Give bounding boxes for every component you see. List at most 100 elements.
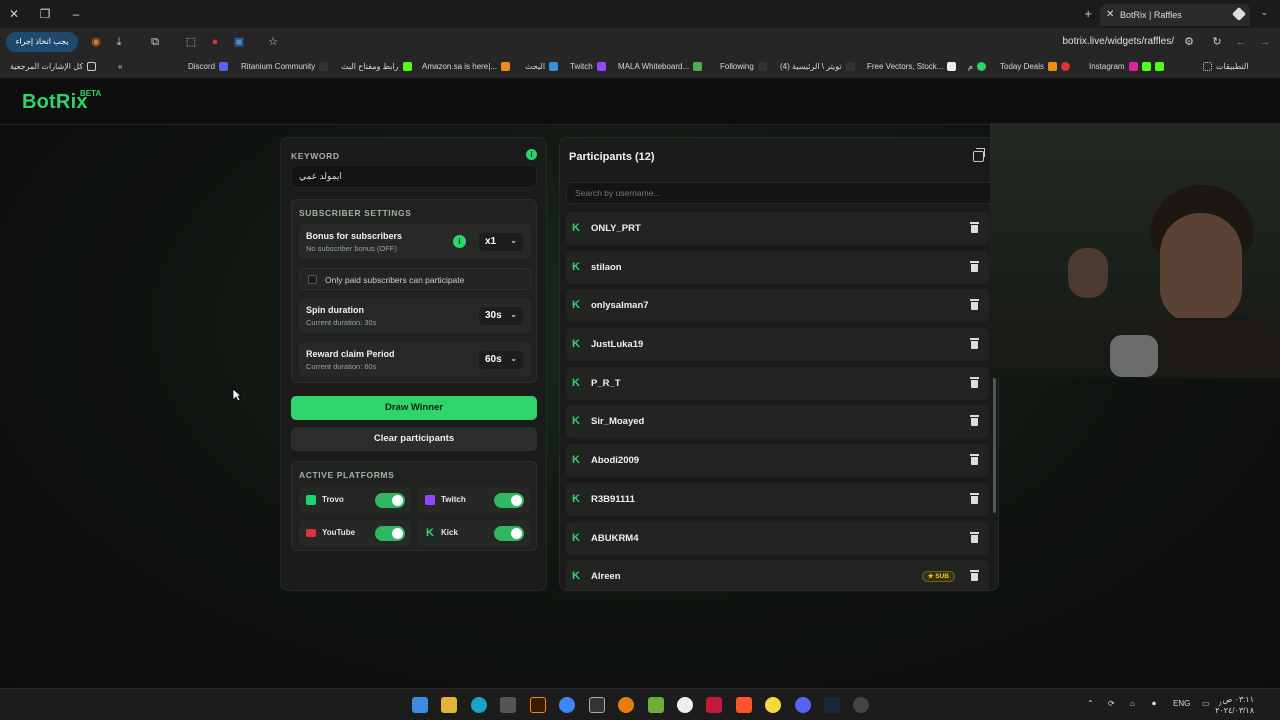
participant-search-input[interactable]: Search by username... — [566, 182, 996, 204]
trash-icon[interactable] — [970, 415, 979, 427]
chrome-icon[interactable] — [559, 697, 575, 713]
trash-icon[interactable] — [970, 570, 979, 582]
microphone-icon[interactable]: ⏺ — [1152, 699, 1156, 709]
keyword-info-icon[interactable]: i — [526, 149, 537, 160]
kick-toggle[interactable] — [494, 526, 524, 541]
trash-icon[interactable] — [970, 222, 979, 233]
bookmark-star-icon[interactable]: ☆ — [266, 35, 280, 49]
system-clock[interactable]: ٠٣:١١ ص ٢٠٢٤/٠٣/١٨ — [1215, 694, 1254, 716]
participant-row: K Abodi2009 — [566, 444, 989, 478]
store-icon[interactable] — [500, 697, 516, 713]
back-icon[interactable]: → — [1258, 35, 1272, 49]
app-icon[interactable] — [706, 697, 722, 713]
bookmark-item[interactable]: MALA Whiteboard... — [618, 62, 703, 72]
twitch-icon — [425, 495, 435, 505]
7zip-icon[interactable] — [589, 697, 605, 713]
bookmark-item[interactable]: م — [968, 62, 986, 72]
usb-icon[interactable]: ⌂ — [1130, 699, 1135, 708]
minimize-window-icon[interactable]: – — [68, 6, 84, 22]
steam-icon[interactable] — [824, 697, 840, 713]
bookmark-item[interactable]: Instagram — [1089, 62, 1164, 72]
screenshot-icon[interactable]: ⧉ — [148, 35, 162, 49]
url-bar[interactable]: botrix.live/widgets/raffles/ — [1062, 36, 1174, 47]
app-icon[interactable] — [677, 697, 693, 713]
download-icon[interactable]: ⤓ — [112, 35, 126, 49]
keyword-label: KEYWORD — [291, 151, 340, 161]
bookmark-item[interactable]: (4) تويتر \ الرئيسية — [780, 62, 855, 72]
apps-bookmark[interactable]: التطبيقات — [1203, 62, 1248, 72]
bookmark-item[interactable]: Today Deals — [1000, 62, 1071, 72]
extensions-icon[interactable]: ⬚ — [184, 35, 198, 49]
twitch-toggle[interactable] — [494, 493, 524, 508]
bookmark-item[interactable]: Ritanium Community — [241, 62, 329, 72]
freepik-icon — [947, 62, 957, 72]
trash-icon[interactable] — [970, 260, 979, 272]
platform-twitch: Twitch — [418, 487, 530, 513]
participant-row: Kstilaon — [566, 250, 989, 284]
draw-winner-button[interactable]: Draw Winner — [291, 396, 537, 420]
copy-icon[interactable] — [973, 148, 985, 162]
trovo-toggle[interactable] — [375, 493, 405, 508]
adblock-icon[interactable]: ● — [208, 35, 222, 49]
kick-icon: K — [572, 415, 580, 428]
network-icon[interactable]: ▭ — [1202, 699, 1210, 708]
trash-icon[interactable] — [970, 338, 979, 350]
edge-icon[interactable] — [471, 697, 487, 713]
file-explorer-icon[interactable] — [441, 697, 457, 713]
trash-icon[interactable] — [970, 492, 979, 504]
forward-icon[interactable]: ← — [1234, 35, 1248, 49]
tab-search-icon[interactable]: ⌄ — [1260, 7, 1268, 18]
trash-icon[interactable] — [970, 531, 979, 543]
brave-icon[interactable] — [736, 697, 752, 713]
platform-name: YouTube — [322, 528, 356, 537]
discord-icon[interactable] — [795, 697, 811, 713]
language-indicator[interactable]: ENG — [1173, 699, 1190, 708]
tab-close-icon[interactable]: ✕ — [1106, 9, 1114, 20]
trash-icon[interactable] — [970, 454, 979, 466]
youtube-toggle[interactable] — [375, 526, 405, 541]
trash-icon[interactable] — [970, 299, 979, 311]
paid-only-checkbox[interactable] — [308, 275, 317, 284]
reward-period-select[interactable]: 60s ⌄ — [479, 351, 523, 369]
platform-youtube: YouTube — [299, 520, 411, 546]
bookmark-item[interactable]: رابط ومفتاح البث — [341, 62, 412, 72]
translate-icon[interactable]: ▣ — [232, 35, 246, 49]
clear-participants-button[interactable]: Clear participants — [291, 427, 537, 451]
settings-icon[interactable] — [853, 697, 869, 713]
extension-icon[interactable]: ◉ — [89, 35, 103, 49]
participants-scrollbar[interactable] — [993, 378, 996, 513]
start-icon[interactable] — [412, 697, 428, 713]
new-tab-icon[interactable]: + — [1084, 6, 1092, 21]
illustrator-icon[interactable] — [530, 697, 546, 713]
keyword-input[interactable]: ايمولد عمي — [291, 165, 537, 188]
toggle-knob — [511, 528, 522, 539]
bonus-multiplier-select[interactable]: x1 ⌄ — [479, 233, 523, 251]
spin-duration-select[interactable]: 30s ⌄ — [479, 307, 523, 325]
sync-icon[interactable]: ⟳ — [1108, 699, 1115, 708]
bookmark-item[interactable]: Amazon.sa is here|... — [422, 62, 510, 72]
bookmark-item[interactable]: Free Vectors, Stock... — [867, 62, 957, 72]
bookmark-item[interactable]: Following — [720, 62, 767, 72]
bookmark-item[interactable]: البحث — [525, 62, 559, 72]
tray-overflow-icon[interactable]: ⌃ — [1087, 699, 1094, 708]
site-settings-icon[interactable]: ⚙ — [1182, 35, 1196, 49]
all-bookmarks-folder[interactable]: كل الإشارات المرجعية — [10, 62, 97, 72]
trash-icon[interactable] — [970, 376, 979, 388]
reload-icon[interactable]: ↻ — [1210, 35, 1224, 49]
bookmarks-overflow-icon[interactable]: « — [118, 62, 122, 71]
app-icon[interactable] — [765, 697, 781, 713]
bookmark-item[interactable]: Twitch — [570, 62, 606, 72]
bookmark-item[interactable]: Discord — [188, 62, 229, 72]
bonus-setting: Bonus for subscribers No subscriber bonu… — [299, 224, 531, 259]
bookmarks-bar: كل الإشارات المرجعية « Discord Ritanium … — [0, 56, 1280, 78]
blender-icon[interactable] — [618, 697, 634, 713]
close-window-icon[interactable]: ✕ — [6, 6, 22, 22]
update-required-button[interactable]: يجب اتخاذ إجراء — [6, 32, 78, 52]
restore-window-icon[interactable]: ❐ — [37, 6, 53, 22]
botrix-logo[interactable]: BotRix — [22, 91, 88, 114]
reward-title: Reward claim Period — [306, 349, 395, 359]
minecraft-icon[interactable] — [648, 697, 664, 713]
tab-botrix-raffles[interactable]: ✕ BotRix | Raffles — [1100, 4, 1250, 26]
bonus-info-icon[interactable]: i — [453, 235, 466, 248]
paid-only-row[interactable]: Only paid subscribers can participate — [299, 268, 531, 290]
